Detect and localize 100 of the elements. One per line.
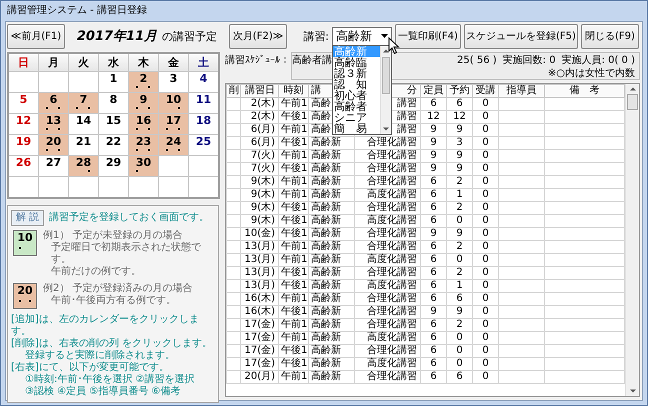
table-cell[interactable] [498, 358, 544, 370]
table-cell[interactable] [544, 332, 624, 344]
calendar-day[interactable]: 16 [129, 114, 158, 134]
calendar-day[interactable]: 7 [69, 93, 98, 113]
table-cell[interactable] [226, 266, 240, 280]
table-cell[interactable] [498, 188, 544, 202]
table-cell[interactable] [226, 188, 240, 202]
calendar-day[interactable]: 17 [159, 114, 188, 134]
calendar-day[interactable]: 19 [9, 135, 38, 155]
dropdown-option[interactable]: 認３新 [333, 68, 380, 78]
table-cell[interactable] [498, 332, 544, 344]
table-cell[interactable] [544, 240, 624, 254]
calendar-day[interactable]: 18 [189, 114, 218, 134]
table-cell[interactable] [498, 136, 544, 150]
calendar-day[interactable]: 13 [39, 114, 68, 134]
table-cell[interactable] [498, 110, 544, 124]
calendar-day[interactable]: 24 [159, 135, 188, 155]
table-cell[interactable] [544, 162, 624, 176]
table-cell[interactable] [226, 318, 240, 332]
table-cell[interactable] [544, 98, 624, 110]
table-cell[interactable] [498, 150, 544, 162]
table-cell[interactable] [544, 370, 624, 384]
table-cell[interactable] [544, 292, 624, 306]
table-cell[interactable] [544, 228, 624, 240]
table-cell[interactable] [544, 214, 624, 228]
close-button[interactable]: 閉じる(F9) [581, 24, 639, 48]
table-cell[interactable] [498, 98, 544, 110]
dropdown-option[interactable]: 簡 易 [333, 122, 380, 134]
calendar-day[interactable]: 21 [69, 135, 98, 155]
table-cell[interactable] [498, 266, 544, 280]
table-cell[interactable] [544, 358, 624, 370]
table-cell[interactable] [498, 214, 544, 228]
calendar-day[interactable]: 27 [39, 156, 68, 176]
table-cell[interactable] [226, 370, 240, 384]
table-cell[interactable] [226, 280, 240, 292]
calendar-day[interactable]: 25 [189, 135, 218, 155]
calendar-day[interactable]: 30 [129, 156, 158, 176]
scroll-thumb[interactable] [627, 94, 638, 110]
dropdown-option[interactable]: 高齢臨 [333, 56, 380, 68]
calendar-day[interactable]: 12 [9, 114, 38, 134]
table-cell[interactable] [544, 344, 624, 358]
calendar-day[interactable]: 9 [129, 93, 158, 113]
table-cell[interactable] [226, 344, 240, 358]
calendar-day[interactable]: 20 [39, 135, 68, 155]
table-cell[interactable] [226, 150, 240, 162]
table-cell[interactable] [226, 306, 240, 318]
table-cell[interactable] [498, 306, 544, 318]
table-cell[interactable] [498, 370, 544, 384]
table-cell[interactable] [498, 280, 544, 292]
table-cell[interactable] [498, 176, 544, 188]
table-cell[interactable] [226, 98, 240, 110]
calendar-day[interactable]: 6 [39, 93, 68, 113]
table-cell[interactable] [226, 292, 240, 306]
table-cell[interactable] [544, 202, 624, 214]
calendar-day[interactable]: 2 [129, 72, 158, 92]
calendar-day[interactable]: 28 [69, 156, 98, 176]
table-cell[interactable] [226, 124, 240, 136]
table-cell[interactable] [226, 136, 240, 150]
table-cell[interactable] [226, 176, 240, 188]
table-cell[interactable] [226, 214, 240, 228]
scroll-thumb[interactable] [382, 56, 390, 94]
calendar-day[interactable]: 10 [159, 93, 188, 113]
table-cell[interactable] [544, 318, 624, 332]
calendar-day[interactable]: 22 [99, 135, 128, 155]
table-cell[interactable] [544, 176, 624, 188]
next-month-button[interactable]: 次月(F2)≫ [229, 24, 287, 48]
table-cell[interactable] [226, 332, 240, 344]
table-cell[interactable] [544, 280, 624, 292]
calendar-day[interactable]: 8 [99, 93, 128, 113]
table-cell[interactable] [544, 188, 624, 202]
table-cell[interactable] [544, 110, 624, 124]
table-cell[interactable] [226, 254, 240, 266]
table-cell[interactable] [498, 292, 544, 306]
calendar-day[interactable]: 15 [99, 114, 128, 134]
calendar-day[interactable]: 1 [99, 72, 128, 92]
table-cell[interactable] [226, 202, 240, 214]
dropdown-option[interactable]: 高齢者 [333, 100, 380, 112]
table-cell[interactable] [226, 240, 240, 254]
table-cell[interactable] [544, 266, 624, 280]
calendar-day[interactable]: 11 [189, 93, 218, 113]
table-cell[interactable] [498, 162, 544, 176]
calendar-day[interactable]: 29 [99, 156, 128, 176]
table-cell[interactable] [226, 358, 240, 370]
table-cell[interactable] [498, 318, 544, 332]
table-cell[interactable] [498, 240, 544, 254]
table-cell[interactable] [226, 162, 240, 176]
table-cell[interactable] [544, 306, 624, 318]
table-cell[interactable] [544, 150, 624, 162]
calendar-day[interactable]: 23 [129, 135, 158, 155]
table-cell[interactable] [544, 124, 624, 136]
table-cell[interactable] [498, 124, 544, 136]
table-cell[interactable] [498, 202, 544, 214]
calendar-day[interactable]: 26 [9, 156, 38, 176]
table-cell[interactable] [498, 344, 544, 358]
calendar-day[interactable]: 5 [9, 93, 38, 113]
calendar-day[interactable]: 4 [189, 72, 218, 92]
table-cell[interactable] [544, 254, 624, 266]
table-cell[interactable] [498, 228, 544, 240]
scrollbar[interactable] [380, 46, 391, 134]
table-cell[interactable] [544, 136, 624, 150]
